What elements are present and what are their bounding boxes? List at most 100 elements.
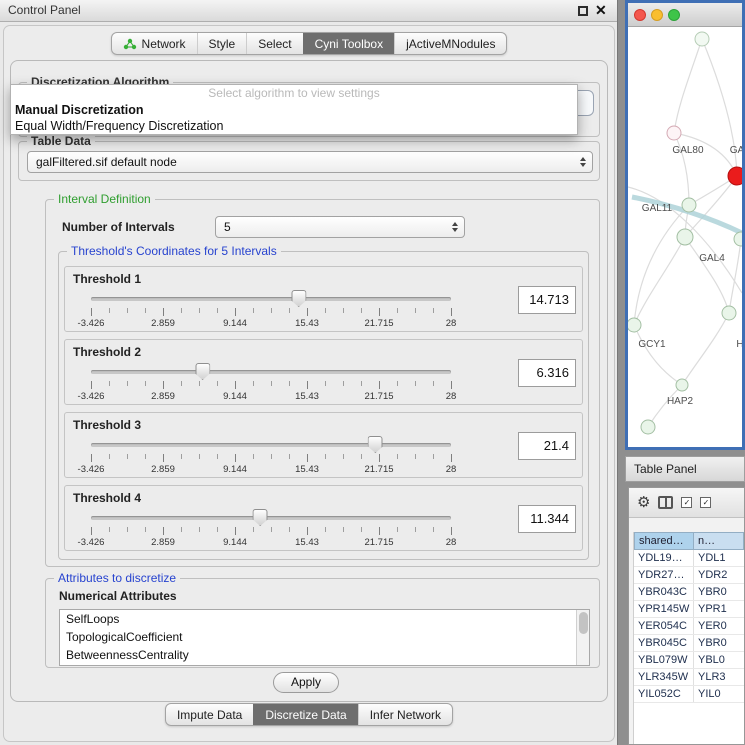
table-data-select[interactable]: galFiltered.sif default node [27, 151, 593, 173]
tab-jactivemodules[interactable]: jActiveMNodules [394, 33, 506, 54]
dropdown-option-equal-width-frequency[interactable]: Equal Width/Frequency Discretization [11, 118, 577, 134]
network-node[interactable] [734, 232, 742, 246]
cell: YDR2 [694, 567, 744, 583]
numerical-attributes-list[interactable]: SelfLoops TopologicalCoefficient Between… [59, 609, 590, 666]
column-layout-icon[interactable] [658, 496, 673, 509]
table-row[interactable]: YDR27… YDR2 [634, 567, 744, 584]
table-row[interactable]: YLR345W YLR3 [634, 669, 744, 686]
list-item[interactable]: BetweennessCentrality [60, 646, 589, 664]
tick-label: -3.426 [78, 537, 105, 548]
minimize-traffic-light-icon[interactable] [651, 9, 663, 21]
window-title: Control Panel [8, 0, 81, 21]
list-item[interactable]: SelfLoops [60, 610, 589, 628]
table-row[interactable]: YIL052C YIL0 [634, 686, 744, 703]
tick-label: 28 [446, 537, 457, 548]
network-node[interactable] [676, 379, 688, 391]
tick-label: -3.426 [78, 318, 105, 329]
tab-discretize-data[interactable]: Discretize Data [253, 704, 357, 725]
threshold-2-slider[interactable]: -3.426 2.859 9.144 15.43 21.715 28 [91, 362, 451, 404]
tick-label: 21.715 [364, 318, 393, 329]
tab-infer-network[interactable]: Infer Network [358, 704, 452, 725]
dropdown-option-manual-discretization[interactable]: Manual Discretization [11, 102, 577, 118]
table-row[interactable]: YBL079W YBL0 [634, 652, 744, 669]
float-window-icon[interactable] [578, 6, 588, 16]
slider-thumb[interactable] [253, 509, 268, 526]
threshold-1-value-field[interactable]: 14.713 [518, 286, 576, 314]
group-label: Attributes to discretize [54, 572, 180, 585]
tick-label: 28 [446, 318, 457, 329]
tab-select[interactable]: Select [246, 33, 302, 54]
table-row[interactable]: YDL19… YDL1 [634, 550, 744, 567]
table-row[interactable]: YPR145W YPR1 [634, 601, 744, 618]
tab-style[interactable]: Style [197, 33, 247, 54]
zoom-traffic-light-icon[interactable] [668, 9, 680, 21]
node-label-ga: GA [730, 145, 742, 156]
tick-label: 15.43 [295, 537, 319, 548]
list-scrollbar[interactable] [576, 610, 589, 665]
table-panel-toolbar: ⚙ ✓ ✓ [629, 488, 744, 518]
network-node[interactable] [682, 198, 696, 212]
network-node[interactable] [722, 306, 736, 320]
tick-label: 21.715 [364, 391, 393, 402]
close-icon[interactable]: ✕ [595, 2, 607, 19]
tab-label: Infer Network [370, 708, 441, 722]
select-columns-checkbox-icon[interactable]: ✓ [700, 497, 711, 508]
slider-thumb[interactable] [195, 363, 210, 380]
network-canvas[interactable]: GAL80 GA GAL11 GAL4 GCY1 H HAP2 [628, 27, 742, 447]
slider-track[interactable] [91, 370, 451, 374]
column-header-shared-name[interactable]: shared… [634, 532, 694, 550]
scrollbar-thumb[interactable] [579, 612, 588, 634]
cell: YER0 [694, 618, 744, 634]
cell: YER054C [634, 618, 694, 634]
threshold-4-value-field[interactable]: 11.344 [518, 505, 576, 533]
number-of-intervals-select[interactable]: 5 [215, 216, 465, 238]
slider-track[interactable] [91, 443, 451, 447]
cell: YBL079W [634, 652, 694, 668]
threshold-label: Threshold 3 [73, 418, 141, 432]
control-panel-tabbar: Network Style Select Cyni Toolbox jActiv… [111, 32, 508, 55]
threshold-1-slider[interactable]: -3.426 2.859 9.144 15.43 21.715 28 [91, 289, 451, 331]
cell: YPR1 [694, 601, 744, 617]
tab-network[interactable]: Network [112, 33, 197, 54]
network-node[interactable] [667, 126, 681, 140]
threshold-2-value-field[interactable]: 6.316 [518, 359, 576, 387]
list-item[interactable]: TopologicalCoefficient [60, 628, 589, 646]
node-label-gal80: GAL80 [672, 145, 704, 156]
selected-red-node[interactable] [728, 167, 742, 185]
table-row[interactable]: YBR045C YBR0 [634, 635, 744, 652]
network-icon [123, 38, 137, 50]
table-panel-window: ⚙ ✓ ✓ shared… n… YDL19… YDL1 YDR27… YDR2… [628, 487, 745, 745]
dropdown-placeholder: Select algorithm to view settings [11, 85, 577, 102]
table-row[interactable]: YBR043C YBR0 [634, 584, 744, 601]
node-table: shared… n… YDL19… YDL1 YDR27… YDR2 YBR04… [633, 532, 744, 744]
threshold-3-slider[interactable]: -3.426 2.859 9.144 15.43 21.715 28 [91, 435, 451, 477]
threshold-4-slider[interactable]: -3.426 2.859 9.144 15.43 21.715 28 [91, 508, 451, 550]
gear-icon[interactable]: ⚙ [637, 495, 650, 510]
threshold-3-value-field[interactable]: 21.4 [518, 432, 576, 460]
apply-button[interactable]: Apply [273, 672, 339, 693]
slider-track[interactable] [91, 297, 451, 301]
tab-impute-data[interactable]: Impute Data [166, 704, 253, 725]
cell: YDR27… [634, 567, 694, 583]
select-all-checkbox-icon[interactable]: ✓ [681, 497, 692, 508]
column-header-name[interactable]: n… [694, 532, 744, 550]
tab-cyni-toolbox[interactable]: Cyni Toolbox [303, 33, 394, 54]
network-node[interactable] [641, 420, 655, 434]
network-node[interactable] [677, 229, 693, 245]
algorithm-dropdown: Select algorithm to view settings Manual… [10, 84, 578, 135]
combo-selected-value: 5 [224, 217, 231, 237]
table-row[interactable]: YER054C YER0 [634, 618, 744, 635]
group-label: Interval Definition [54, 193, 155, 206]
attributes-group: Attributes to discretize Numerical Attri… [45, 578, 600, 668]
network-node[interactable] [628, 318, 641, 332]
slider-thumb[interactable] [368, 436, 383, 453]
close-traffic-light-icon[interactable] [634, 9, 646, 21]
network-node[interactable] [695, 32, 709, 46]
slider-thumb[interactable] [291, 290, 306, 307]
group-label: Threshold's Coordinates for 5 Intervals [67, 245, 281, 258]
slider-major-ticks [91, 454, 452, 462]
control-panel-window: Control Panel ✕ Network Style [0, 0, 618, 745]
slider-track[interactable] [91, 516, 451, 520]
cyni-mode-tabbar: Impute Data Discretize Data Infer Networ… [165, 703, 453, 726]
cell: YLR3 [694, 669, 744, 685]
